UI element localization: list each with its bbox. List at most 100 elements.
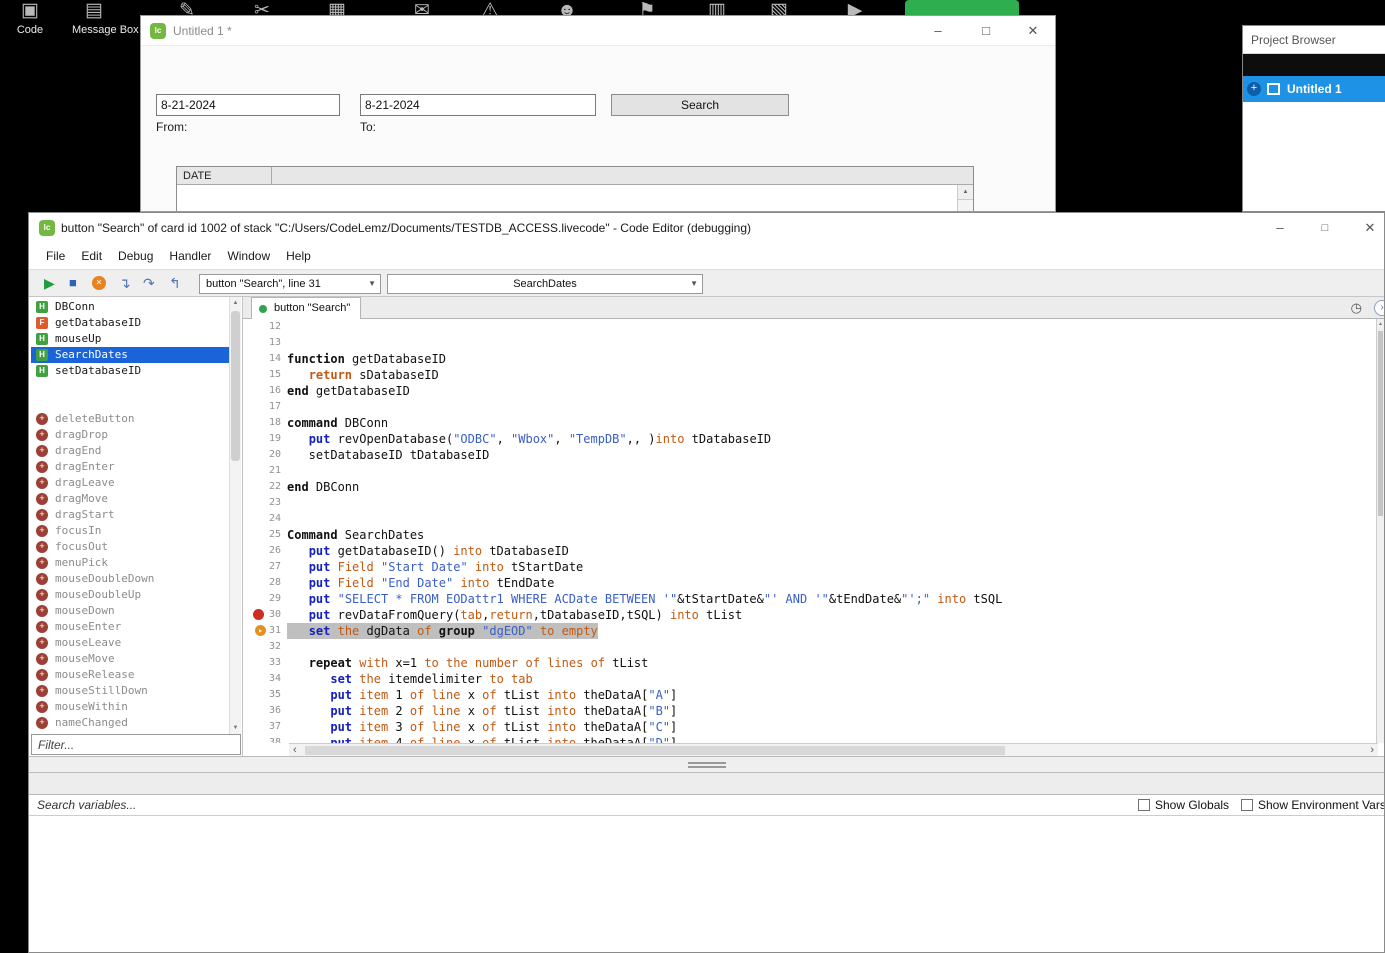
- minimize-icon[interactable]: –: [1265, 213, 1295, 243]
- line-number-gutter[interactable]: 26: [243, 543, 287, 559]
- code-line[interactable]: 25Command SearchDates: [243, 527, 1378, 543]
- event-item-mousedown[interactable]: +mouseDown: [31, 603, 229, 619]
- event-item-dragleave[interactable]: +dragLeave: [31, 475, 229, 491]
- event-item-dragdrop[interactable]: +dragDrop: [31, 427, 229, 443]
- scrollbar-thumb[interactable]: [231, 311, 240, 461]
- code-line[interactable]: 34 set the itemdelimiter to tab: [243, 671, 1378, 687]
- handler-item-searchdates[interactable]: HSearchDates: [31, 347, 229, 363]
- line-number-gutter[interactable]: 23: [243, 495, 287, 511]
- scroll-up-icon[interactable]: ▲: [1377, 319, 1384, 329]
- code-line[interactable]: 32: [243, 639, 1378, 655]
- code-line[interactable]: 18command DBConn: [243, 415, 1378, 431]
- event-item-mousemove[interactable]: +mouseMove: [31, 651, 229, 667]
- code-line[interactable]: 33 repeat with x=1 to the number of line…: [243, 655, 1378, 671]
- menu-edit[interactable]: Edit: [74, 243, 109, 269]
- line-number-gutter[interactable]: 14: [243, 351, 287, 367]
- search-button[interactable]: Search: [611, 94, 789, 116]
- line-number-gutter[interactable]: 32: [243, 639, 287, 655]
- event-item-dragstart[interactable]: +dragStart: [31, 507, 229, 523]
- scroll-left-icon[interactable]: ‹: [293, 744, 297, 756]
- code-line[interactable]: 28 put Field "End Date" into tEndDate: [243, 575, 1378, 591]
- line-number-gutter[interactable]: 12: [243, 319, 287, 335]
- line-number-gutter[interactable]: 17: [243, 399, 287, 415]
- h-scrollbar[interactable]: ‹ ›: [289, 743, 1378, 756]
- scrollbar-thumb[interactable]: [305, 746, 1005, 755]
- line-number-gutter[interactable]: ▸31: [243, 623, 287, 639]
- line-number-gutter[interactable]: 22: [243, 479, 287, 495]
- menu-window[interactable]: Window: [220, 243, 277, 269]
- code-line[interactable]: 19 put revOpenDatabase("ODBC", "Wbox", "…: [243, 431, 1378, 447]
- event-item-deletebutton[interactable]: +deleteButton: [31, 411, 229, 427]
- event-item-focusin[interactable]: +focusIn: [31, 523, 229, 539]
- editor-titlebar[interactable]: lc button "Search" of card id 1002 of st…: [29, 213, 1384, 243]
- line-number-gutter[interactable]: 21: [243, 463, 287, 479]
- line-number-gutter[interactable]: 29: [243, 591, 287, 607]
- line-number-gutter[interactable]: 16: [243, 383, 287, 399]
- event-item-dragenter[interactable]: +dragEnter: [31, 459, 229, 475]
- show-environment-checkbox[interactable]: [1241, 799, 1253, 811]
- clock-icon[interactable]: ◷: [1351, 300, 1362, 316]
- filter-input[interactable]: [31, 734, 241, 755]
- table-scrollbar[interactable]: ▲: [957, 185, 973, 212]
- code-line[interactable]: 12: [243, 319, 1378, 335]
- line-number-gutter[interactable]: 36: [243, 703, 287, 719]
- scroll-down-icon[interactable]: ▼: [230, 722, 241, 734]
- code-line[interactable]: 38 put item 4 of line x of tList into th…: [243, 735, 1378, 743]
- event-item-namechanged[interactable]: +nameChanged: [31, 715, 229, 731]
- line-number-gutter[interactable]: 27: [243, 559, 287, 575]
- location-dropdown[interactable]: button "Search", line 31 ▼: [199, 274, 381, 294]
- event-item-mousewithin[interactable]: +mouseWithin: [31, 699, 229, 715]
- line-number-gutter[interactable]: 34: [243, 671, 287, 687]
- line-number-gutter[interactable]: 13: [243, 335, 287, 351]
- panel-splitter[interactable]: [29, 756, 1384, 773]
- line-number-gutter[interactable]: 15: [243, 367, 287, 383]
- menu-handler[interactable]: Handler: [162, 243, 218, 269]
- code-line[interactable]: 21: [243, 463, 1378, 479]
- code-editor[interactable]: 121314function getDatabaseID15 return sD…: [243, 319, 1378, 743]
- event-item-menupick[interactable]: +menuPick: [31, 555, 229, 571]
- event-item-mouseenter[interactable]: +mouseEnter: [31, 619, 229, 635]
- scroll-right-icon[interactable]: ›: [1370, 744, 1374, 756]
- code-line[interactable]: 17: [243, 399, 1378, 415]
- event-item-mouserelease[interactable]: +mouseRelease: [31, 667, 229, 683]
- handler-item-getdatabaseid[interactable]: FgetDatabaseID: [31, 315, 229, 331]
- from-date-input[interactable]: [156, 94, 340, 116]
- close-icon[interactable]: ✕: [1355, 213, 1385, 243]
- minimize-icon[interactable]: –: [923, 16, 953, 46]
- line-number-gutter[interactable]: 33: [243, 655, 287, 671]
- event-item-dragmove[interactable]: +dragMove: [31, 491, 229, 507]
- abort-icon[interactable]: ✕: [92, 276, 106, 290]
- collapse-panel-icon[interactable]: ›: [1374, 300, 1385, 316]
- code-line[interactable]: 20 setDatabaseID tDatabaseID: [243, 447, 1378, 463]
- code-line[interactable]: 15 return sDatabaseID: [243, 367, 1378, 383]
- handler-item-setdatabaseid[interactable]: HsetDatabaseID: [31, 363, 229, 379]
- code-line[interactable]: 29 put "SELECT * FROM EODattr1 WHERE ACD…: [243, 591, 1378, 607]
- line-number-gutter[interactable]: 18: [243, 415, 287, 431]
- line-number-gutter[interactable]: 35: [243, 687, 287, 703]
- code-line[interactable]: 22end DBConn: [243, 479, 1378, 495]
- code-line[interactable]: 16end getDatabaseID: [243, 383, 1378, 399]
- maximize-icon[interactable]: □: [971, 16, 1001, 46]
- stack-titlebar[interactable]: lc Untitled 1 * – □ ✕: [141, 16, 1055, 46]
- line-number-gutter[interactable]: 20: [243, 447, 287, 463]
- menu-help[interactable]: Help: [279, 243, 318, 269]
- code-line[interactable]: 35 put item 1 of line x of tList into th…: [243, 687, 1378, 703]
- code-line[interactable]: 27 put Field "Start Date" into tStartDat…: [243, 559, 1378, 575]
- menu-debug[interactable]: Debug: [111, 243, 160, 269]
- line-number-gutter[interactable]: 19: [243, 431, 287, 447]
- expand-stack-icon[interactable]: +: [1247, 82, 1261, 96]
- event-item-mouseleave[interactable]: +mouseLeave: [31, 635, 229, 651]
- date-column-header[interactable]: DATE: [177, 167, 973, 185]
- handler-item-dbconn[interactable]: HDBConn: [31, 299, 229, 315]
- show-globals-checkbox[interactable]: [1138, 799, 1150, 811]
- event-item-mousedoubleup[interactable]: +mouseDoubleUp: [31, 587, 229, 603]
- menu-file[interactable]: File: [39, 243, 72, 269]
- stop-icon[interactable]: ■: [69, 270, 77, 296]
- sidebar-scrollbar[interactable]: ▲ ▼: [229, 297, 241, 734]
- code-line[interactable]: ▸31 set the dgData of group "dgEOD" to e…: [243, 623, 1378, 639]
- line-number-gutter[interactable]: 24: [243, 511, 287, 527]
- event-item-focusout[interactable]: +focusOut: [31, 539, 229, 555]
- maximize-icon[interactable]: □: [1310, 213, 1340, 243]
- variables-search-input[interactable]: [29, 795, 1131, 815]
- code-line[interactable]: 13: [243, 335, 1378, 351]
